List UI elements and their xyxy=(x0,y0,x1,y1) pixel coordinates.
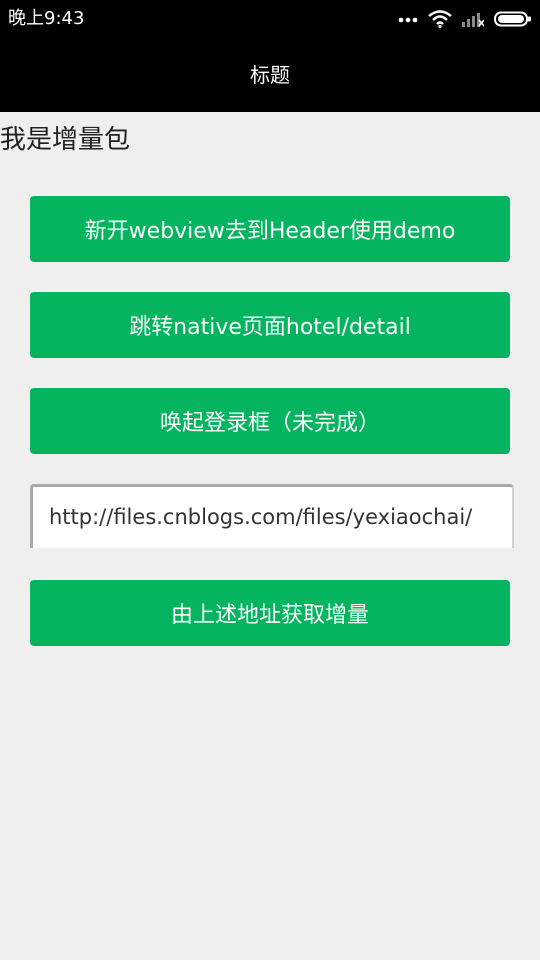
login-dialog-button[interactable]: 唤起登录框（未完成） xyxy=(30,388,510,454)
page-heading: 我是增量包 xyxy=(0,125,131,155)
wifi-icon xyxy=(428,10,452,28)
signal-icon xyxy=(462,11,484,27)
status-bar: 晚上9:43 xyxy=(0,0,540,38)
status-time: 晚上9:43 xyxy=(8,8,85,29)
battery-icon xyxy=(494,11,532,27)
jump-native-button[interactable]: 跳转native页面hotel/detail xyxy=(30,292,510,358)
fetch-increment-button[interactable]: 由上述地址获取增量 xyxy=(30,580,510,646)
page-title: 标题 xyxy=(250,63,290,87)
title-bar: 标题 xyxy=(0,38,540,112)
url-input[interactable]: http://files.cnblogs.com/files/yexiaocha… xyxy=(30,484,514,548)
open-webview-button[interactable]: 新开webview去到Header使用demo xyxy=(30,196,510,262)
more-dots-icon xyxy=(398,15,418,23)
status-icons xyxy=(398,8,532,30)
